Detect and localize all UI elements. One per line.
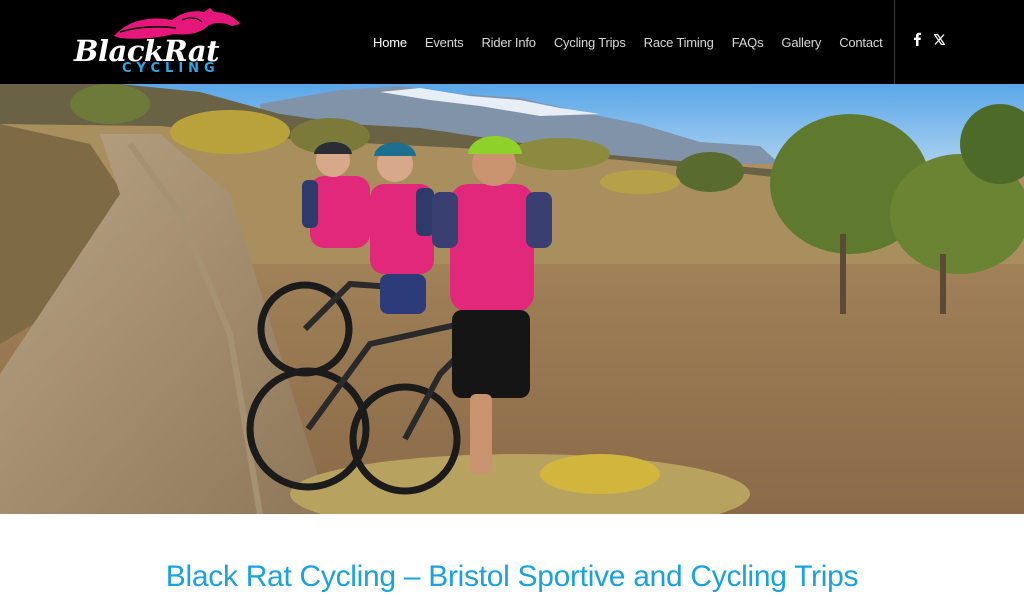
nav-item-home[interactable]: Home	[373, 35, 407, 50]
header-divider	[894, 0, 895, 84]
site-logo[interactable]: BlackRat CYCLING	[72, 6, 284, 78]
x-twitter-icon[interactable]	[934, 34, 945, 45]
nav-item-race-timing[interactable]: Race Timing	[644, 35, 714, 50]
hero-image	[0, 84, 1024, 514]
nav-item-cycling-trips[interactable]: Cycling Trips	[554, 35, 626, 50]
page-heading: Black Rat Cycling – Bristol Sportive and…	[165, 560, 859, 593]
site-header: BlackRat CYCLING Home Events Rider Info …	[0, 0, 1024, 84]
nav-item-rider-info[interactable]: Rider Info	[481, 35, 536, 50]
hero-photo	[0, 84, 1024, 514]
main-nav: Home Events Rider Info Cycling Trips Rac…	[364, 30, 892, 54]
nav-item-events[interactable]: Events	[425, 35, 464, 50]
logo-tagline: CYCLING	[122, 61, 220, 76]
nav-item-faqs[interactable]: FAQs	[732, 35, 764, 50]
nav-item-gallery[interactable]: Gallery	[781, 35, 821, 50]
nav-item-contact[interactable]: Contact	[839, 35, 883, 50]
page-heading-wrap: Black Rat Cycling – Bristol Sportive and…	[0, 560, 1024, 594]
facebook-icon[interactable]	[912, 32, 922, 46]
